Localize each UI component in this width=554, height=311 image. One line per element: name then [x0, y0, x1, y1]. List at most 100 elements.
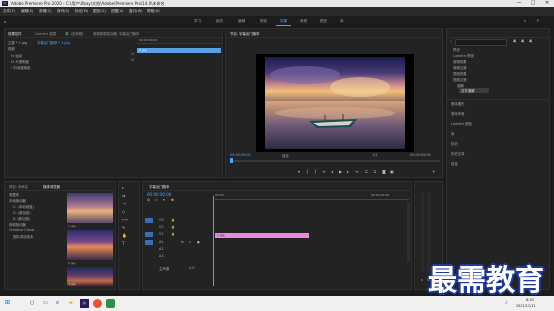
- sequence-crumb[interactable]: 字幕出门随享 * 1.jpg: [37, 40, 70, 45]
- effects-tree-video-effects[interactable]: 视频效果: [453, 71, 467, 76]
- effects-tree-cross-dissolve[interactable]: 交叉溶解: [461, 88, 475, 93]
- mini-timeline-clip[interactable]: [137, 48, 221, 53]
- v3-lock-icon[interactable]: 🔒: [171, 218, 175, 222]
- tab-audio-clip-mixer[interactable]: 音频剪辑混合器: 字幕出门随享: [93, 31, 139, 36]
- time-ruler[interactable]: [215, 199, 409, 200]
- effects-tree-presets[interactable]: 预设: [453, 47, 460, 52]
- linked-selection-icon[interactable]: ∞: [155, 198, 158, 202]
- media-drive-c[interactable]: C: (本地磁盘): [13, 204, 34, 209]
- hand-tool-icon[interactable]: ✋: [122, 234, 127, 238]
- menu-help[interactable]: 帮助(H): [147, 9, 160, 14]
- menu-sequence[interactable]: 序列(S): [57, 9, 69, 14]
- go-to-out-icon[interactable]: ⇥: [355, 170, 358, 174]
- media-thumb-2[interactable]: [67, 230, 113, 260]
- app-taskbar-icon-2[interactable]: [106, 299, 115, 308]
- panel-lumetri-color[interactable]: Lumetri 颜色: [451, 121, 472, 126]
- master-crumb[interactable]: 主要 * 1.jpg: [8, 40, 27, 45]
- selection-tool-icon[interactable]: ▸: [122, 186, 124, 190]
- a1-source-patch[interactable]: [145, 240, 153, 245]
- timeline-timecode[interactable]: 00:00:00:00: [147, 192, 171, 197]
- effect-opacity-row[interactable]: fx 不透明度: [11, 59, 29, 64]
- minimize-button[interactable]: —: [512, 0, 526, 7]
- effect-motion-row[interactable]: fx 运动: [11, 53, 22, 58]
- effects-tree-audio-transitions[interactable]: 音频过渡: [453, 65, 467, 70]
- workspace-assembly[interactable]: 组件: [212, 18, 227, 25]
- panel-markers[interactable]: 标记: [451, 141, 458, 146]
- workspace-effects[interactable]: 效果: [276, 18, 292, 26]
- extract-icon[interactable]: ⊐: [373, 170, 376, 174]
- workspace-learn[interactable]: 学习: [190, 18, 205, 25]
- v2-lock-icon[interactable]: 🔒: [171, 225, 175, 229]
- add-button-icon[interactable]: +: [432, 170, 435, 174]
- media-local-drives[interactable]: 本地驱动器: [9, 198, 26, 203]
- 32bit-effects-icon[interactable]: ▣: [521, 39, 524, 43]
- program-playhead[interactable]: [230, 158, 233, 163]
- panel-history[interactable]: 历史记录: [451, 151, 465, 156]
- pen-tool-icon[interactable]: ✎: [122, 226, 125, 230]
- snap-icon[interactable]: ⊞: [147, 198, 150, 202]
- tab-lumetri-scopes[interactable]: Lumetri 范围: [35, 31, 56, 36]
- tab-media-browser[interactable]: 媒体浏览器: [43, 184, 60, 189]
- a1-mute-icon[interactable]: M: [181, 240, 184, 244]
- file-explorer-icon[interactable]: ▰: [69, 301, 73, 306]
- solo-left-icon[interactable]: S: [421, 278, 423, 282]
- razor-tool-icon[interactable]: ◇: [122, 210, 125, 214]
- program-scrubber[interactable]: [230, 160, 440, 162]
- play-icon[interactable]: ▶: [339, 170, 342, 174]
- accelerated-effects-icon[interactable]: ▣: [513, 39, 516, 43]
- lift-icon[interactable]: ⊏: [365, 170, 368, 174]
- playback-resolution-dropdown[interactable]: 1/2: [372, 153, 377, 157]
- mark-out-icon[interactable]: }: [314, 170, 317, 174]
- v1-lock-icon[interactable]: 🔒: [171, 232, 175, 236]
- menu-view[interactable]: 视图(V): [111, 9, 123, 14]
- maximize-button[interactable]: □: [526, 0, 540, 7]
- reset-opacity-icon[interactable]: ↺: [131, 58, 134, 62]
- go-to-in-icon[interactable]: ⇤: [323, 170, 326, 174]
- media-drive-e[interactable]: E: (新加卷): [13, 216, 30, 221]
- workspace-color[interactable]: 颜色: [256, 18, 271, 25]
- step-forward-icon[interactable]: ▸: [347, 170, 349, 174]
- taskbar-search-icon[interactable]: ○: [30, 301, 34, 306]
- media-network-drives[interactable]: 网络驱动器: [9, 222, 26, 227]
- compare-view-icon[interactable]: ▣: [390, 170, 394, 174]
- a1-mic-icon[interactable]: ●: [197, 240, 200, 244]
- close-button[interactable]: ✕: [540, 0, 554, 7]
- timeline-clip[interactable]: [215, 233, 309, 238]
- effect-time-remap-row[interactable]: › 时间重映射: [11, 65, 30, 70]
- task-view-icon[interactable]: ▭: [43, 301, 48, 306]
- workspace-graphics[interactable]: 图形: [316, 18, 331, 25]
- fit-zoom-dropdown[interactable]: 适合: [282, 153, 289, 158]
- a1-solo-icon[interactable]: S: [189, 240, 191, 244]
- panel-info[interactable]: 信息: [451, 161, 458, 166]
- menu-file[interactable]: 文件(F): [3, 9, 15, 14]
- share-icon[interactable]: ⇪: [536, 19, 539, 23]
- app-taskbar-icon[interactable]: [93, 299, 102, 308]
- home-icon[interactable]: ⌂: [4, 20, 7, 24]
- add-marker-icon[interactable]: ▾: [298, 170, 300, 174]
- program-monitor-title[interactable]: 节目: 字幕出门随享: [230, 31, 259, 36]
- v3-source-patch[interactable]: [145, 218, 153, 223]
- media-thumb-1[interactable]: [67, 193, 113, 223]
- panel-libraries[interactable]: 库: [451, 131, 454, 136]
- timeline-playhead[interactable]: [213, 196, 214, 286]
- add-marker-timeline-icon[interactable]: ▾: [163, 198, 165, 202]
- master-volume-value[interactable]: 0.0: [189, 266, 194, 270]
- slip-tool-icon[interactable]: ⟷: [122, 218, 128, 222]
- v1-source-patch[interactable]: [145, 232, 153, 237]
- browser-icon[interactable]: e: [56, 301, 59, 306]
- timeline-sequence-tab[interactable]: 字幕出门随享: [149, 184, 169, 189]
- workspace-audio[interactable]: 音频: [296, 18, 311, 25]
- panel-essential-sound[interactable]: 基本声音: [451, 111, 465, 116]
- tab-effect-controls[interactable]: 效果控件: [8, 31, 22, 36]
- timeline-scrollbar[interactable]: [407, 202, 410, 262]
- effects-tree-video-transitions[interactable]: 视频过渡: [453, 77, 467, 82]
- effects-tree-lumetri-presets[interactable]: Lumetri 预设: [453, 53, 474, 58]
- media-favorites[interactable]: 收藏夹: [9, 192, 19, 197]
- effects-search-input[interactable]: [455, 39, 507, 46]
- program-timecode-current[interactable]: 00:00:00:00: [230, 153, 251, 157]
- step-back-icon[interactable]: ◂: [331, 170, 333, 174]
- yuv-effects-icon[interactable]: ▣: [529, 39, 532, 43]
- media-team-projects[interactable]: 团队项目版本: [13, 234, 33, 239]
- windows-start-icon[interactable]: ⊞: [5, 300, 10, 306]
- ripple-edit-tool-icon[interactable]: ⊣: [122, 202, 125, 206]
